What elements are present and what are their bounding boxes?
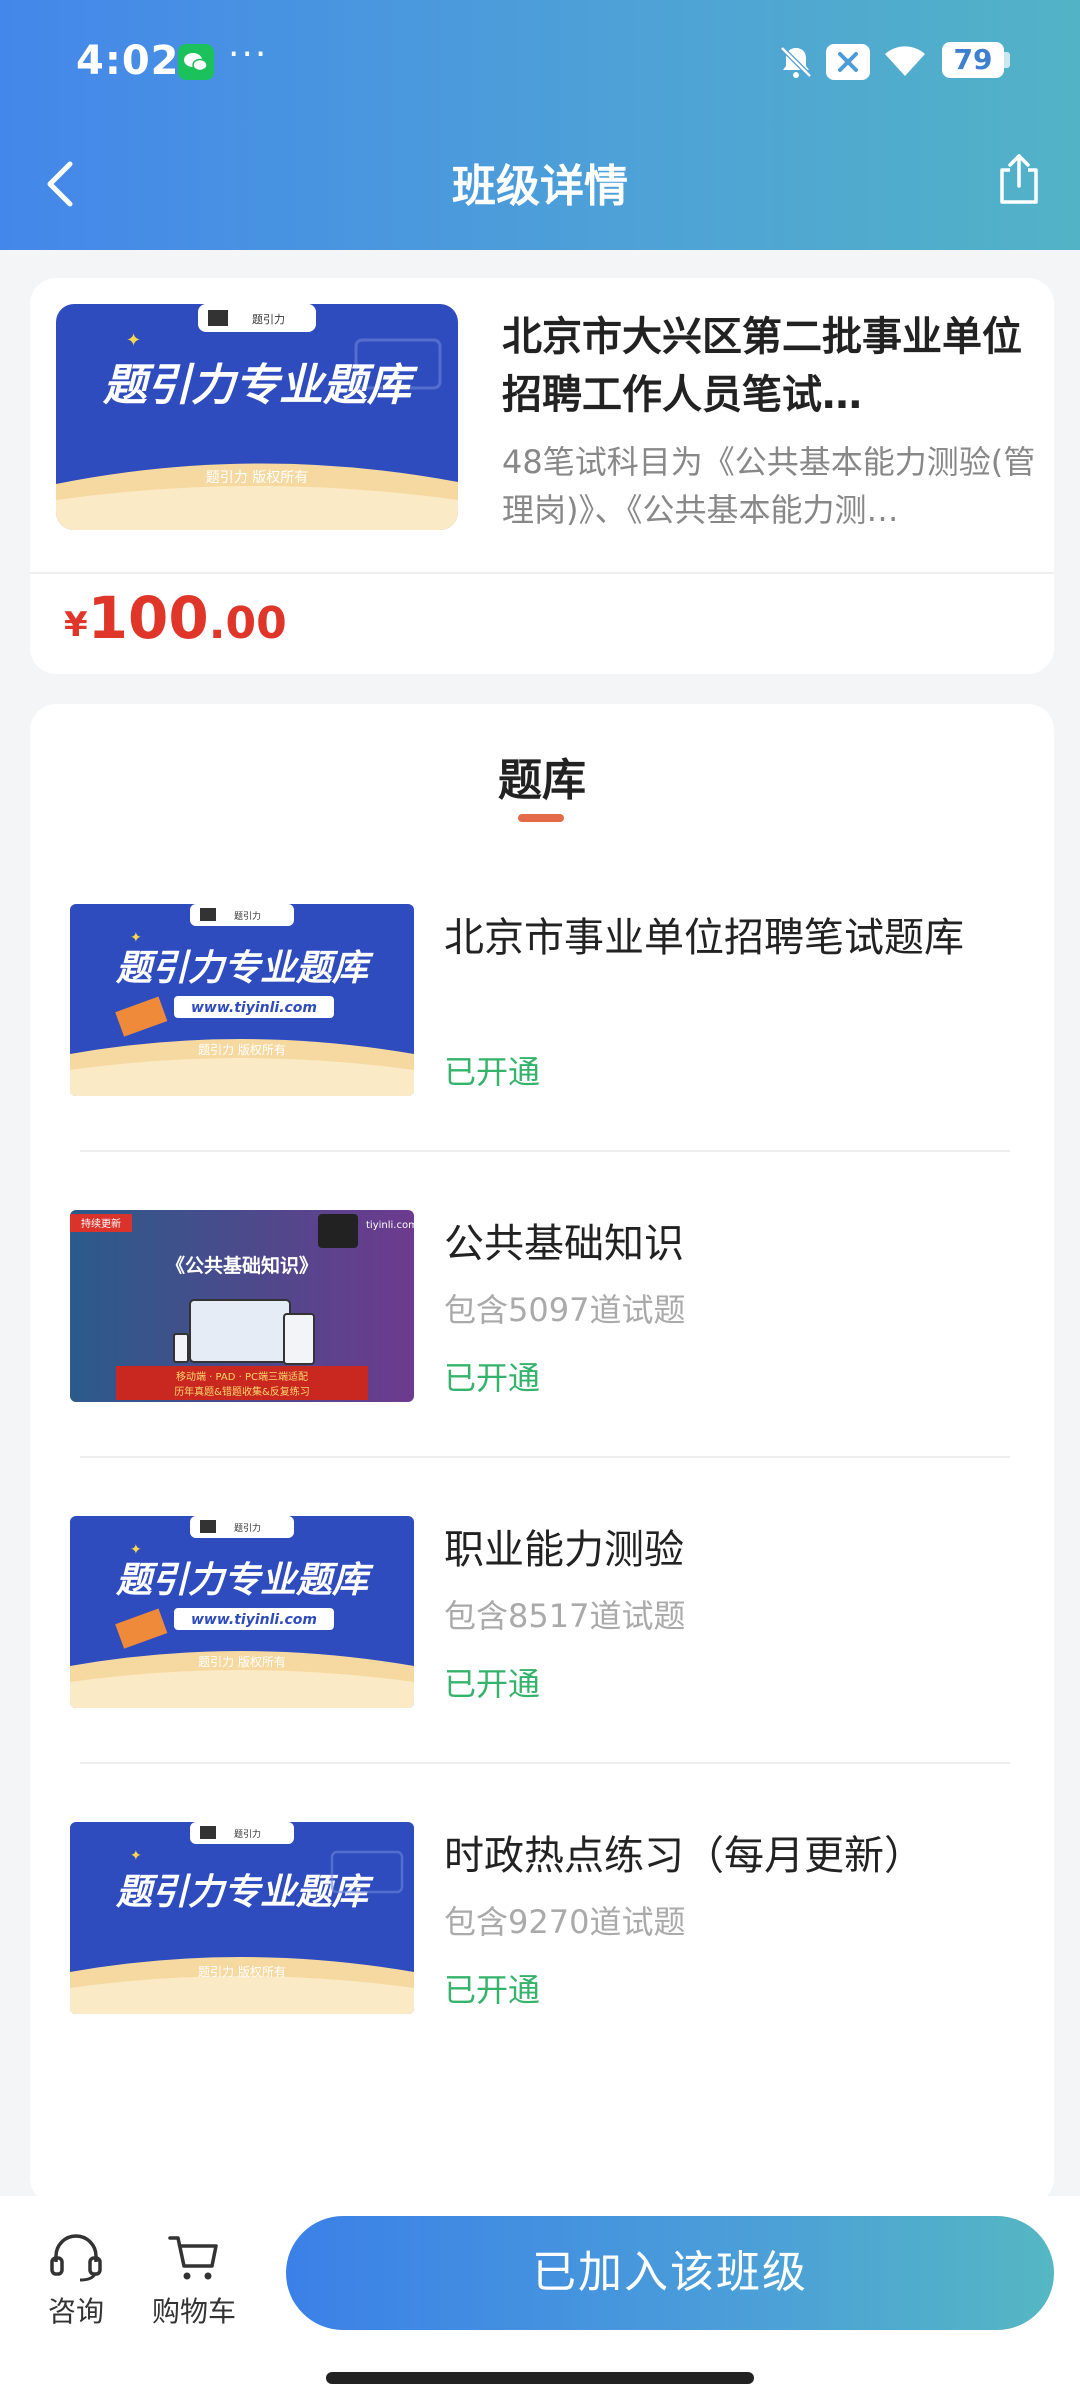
item-status: 已开通	[444, 1971, 541, 2009]
class-description: 48笔试科目为《公共基本能力测验(管理岗)》、《公共基本能力测…	[502, 443, 1036, 529]
svg-text:www.tiyinli.com: www.tiyinli.com	[191, 1000, 317, 1016]
cart-button[interactable]: 购物车	[146, 2230, 242, 2330]
svg-text:题引力 版权所有: 题引力 版权所有	[198, 1043, 286, 1057]
class-thumbnail: 题引力 题引力专业题库 题引力 版权所有 ✦	[56, 304, 458, 530]
item-divider	[80, 1150, 1010, 1152]
svg-text:题引力: 题引力	[234, 1522, 261, 1534]
home-indicator	[326, 2372, 754, 2384]
list-item[interactable]: 题引力 题引力专业题库 www.tiyinli.com 题引力 版权所有 ✦ 职…	[30, 1516, 1054, 1822]
list-item[interactable]: 题引力 题引力专业题库 www.tiyinli.com 题引力 版权所有 ✦ 北…	[30, 904, 1054, 1210]
shopping-cart-icon	[168, 2236, 218, 2280]
share-icon[interactable]	[996, 152, 1042, 206]
class-thumb-footer: 题引力 版权所有	[206, 470, 308, 486]
svg-text:tiyinli.com: tiyinli.com	[366, 1220, 414, 1231]
svg-text:历年真题&错题收集&反复练习: 历年真题&错题收集&反复练习	[174, 1385, 310, 1398]
battery-indicator: 79	[942, 42, 1004, 78]
svg-text:题引力: 题引力	[234, 910, 261, 922]
item-thumbnail: 持续更新 tiyinli.com 《公共基础知识》 移动端 · PAD · PC…	[70, 1210, 414, 1402]
item-status: 已开通	[444, 1665, 541, 1703]
svg-text:题引力 版权所有: 题引力 版权所有	[198, 1965, 286, 1979]
consult-label: 咨询	[47, 2295, 104, 2328]
svg-text:《公共基础知识》: 《公共基础知识》	[166, 1254, 318, 1277]
list-item[interactable]: 持续更新 tiyinli.com 《公共基础知识》 移动端 · PAD · PC…	[30, 1210, 1054, 1516]
svg-text:题引力专业题库: 题引力专业题库	[115, 1560, 374, 1601]
item-thumbnail: 题引力 题引力专业题库 www.tiyinli.com 题引力 版权所有 ✦	[70, 1516, 414, 1708]
battery-tip	[1004, 52, 1010, 68]
tab-question-bank[interactable]: 题库	[30, 744, 1054, 808]
price-currency: ¥	[64, 605, 88, 645]
item-thumbnail: 题引力 题引力专业题库 题引力 版权所有 ✦	[70, 1822, 414, 2014]
tab-active-indicator	[518, 814, 564, 822]
headset-icon	[50, 2234, 102, 2282]
svg-text:www.tiyinli.com: www.tiyinli.com	[191, 1612, 317, 1628]
price-decimal: .00	[208, 598, 287, 649]
price-integer: 100	[87, 584, 209, 652]
svg-text:移动端 · PAD · PC端三端适配: 移动端 · PAD · PC端三端适配	[176, 1370, 308, 1383]
page-title: 班级详情	[452, 161, 628, 212]
svg-text:持续更新: 持续更新	[81, 1217, 121, 1230]
status-time: 4:02	[76, 38, 180, 84]
status-bar: 4:02 ··· 79	[0, 0, 1080, 120]
item-name: 北京市事业单位招聘笔试题库	[444, 915, 964, 961]
bottom-action-bar: 咨询 购物车 已加入该班级	[0, 2196, 1080, 2400]
cart-label: 购物车	[151, 2295, 236, 2328]
item-count: 包含5097道试题	[444, 1291, 686, 1329]
svg-text:题引力 版权所有: 题引力 版权所有	[198, 1655, 286, 1669]
list-item[interactable]: 题引力 题引力专业题库 题引力 版权所有 ✦ 时政热点练习（每月更新） 包含92…	[30, 1822, 1054, 2128]
item-count: 包含8517道试题	[444, 1597, 686, 1635]
item-divider	[80, 1456, 1010, 1458]
svg-text:题引力: 题引力	[234, 1828, 261, 1840]
joined-class-button[interactable]: 已加入该班级	[286, 2216, 1054, 2330]
svg-text:✦: ✦	[130, 930, 142, 946]
svg-text:✦: ✦	[130, 1848, 142, 1864]
question-bank-card: 题库 题引力 题引力专业题库 www.tiyinli.com 题引力 版权所有 …	[30, 704, 1054, 2204]
status-more-icon: ···	[228, 34, 269, 75]
class-thumb-brand: 题引力	[252, 312, 285, 326]
svg-text:✦: ✦	[126, 330, 141, 351]
item-status: 已开通	[444, 1359, 541, 1397]
item-count: 包含9270道试题	[444, 1903, 686, 1941]
notification-x-icon	[826, 44, 870, 80]
item-thumbnail: 题引力 题引力专业题库 www.tiyinli.com 题引力 版权所有 ✦	[70, 904, 414, 1096]
item-status: 已开通	[444, 1053, 541, 1091]
class-price: ¥100.00	[64, 578, 287, 673]
class-thumb-title: 题引力专业题库	[102, 360, 418, 411]
app-header: 4:02 ··· 79 班级详情	[0, 0, 1080, 250]
wechat-icon	[178, 44, 214, 80]
item-name: 公共基础知识	[444, 1221, 684, 1267]
consult-button[interactable]: 咨询	[40, 2230, 112, 2330]
item-name: 职业能力测验	[444, 1527, 684, 1573]
class-info-card: 题引力 题引力专业题库 题引力 版权所有 ✦ 北京市大兴区第二批事业单位招聘工作…	[30, 278, 1054, 674]
class-title: 北京市大兴区第二批事业单位招聘工作人员笔试…	[502, 314, 1022, 418]
svg-text:✦: ✦	[130, 1542, 142, 1558]
wifi-icon	[882, 40, 928, 80]
class-card-divider	[30, 572, 1054, 574]
bell-muted-icon	[776, 42, 816, 82]
item-name: 时政热点练习（每月更新）	[444, 1833, 924, 1879]
svg-text:题引力专业题库: 题引力专业题库	[115, 948, 374, 989]
item-divider	[80, 1762, 1010, 1764]
